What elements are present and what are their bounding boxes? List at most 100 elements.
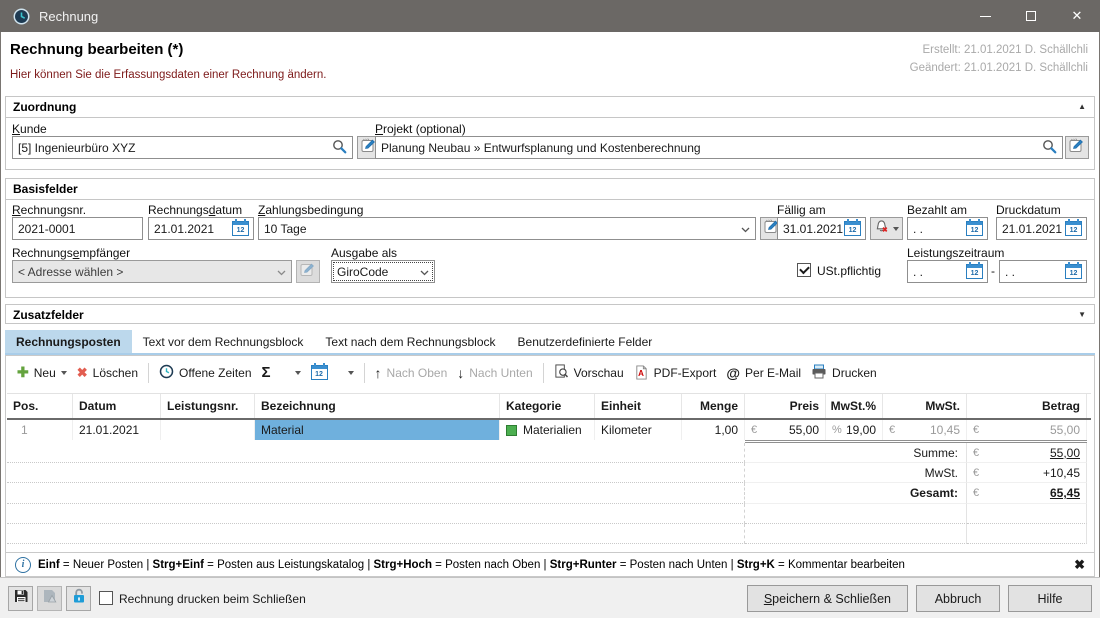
search-icon[interactable] <box>1042 139 1057 157</box>
tab-text-vor-rechnungsblock[interactable]: Text vor dem Rechnungsblock <box>132 330 315 353</box>
print-on-close-checkbox[interactable] <box>99 591 113 605</box>
lock-button[interactable] <box>66 586 91 611</box>
rechnungsdatum-field[interactable]: 21.01.2021 12 <box>148 217 254 240</box>
projekt-label: Projekt (optional) <box>375 122 466 136</box>
section-basisfelder: Basisfelder Rechnungsnr. 2021-0001 Rechn… <box>5 178 1095 298</box>
preview-magnifier-icon <box>554 364 569 382</box>
close-button[interactable]: ✕ <box>1054 0 1100 32</box>
calendar-icon[interactable]: 12 <box>844 221 861 236</box>
cell-pos: 1 <box>7 420 73 440</box>
calendar-icon[interactable]: 12 <box>966 221 983 236</box>
leistungszeitraum-bis-field[interactable]: . . 12 <box>999 260 1087 283</box>
section-zuordnung: Zuordnung ▲ Kunde [5] Ingenieurbüro XYZ … <box>5 96 1095 170</box>
offene-zeiten-button[interactable]: Offene Zeiten <box>154 364 257 382</box>
calendar-icon[interactable]: 12 <box>232 221 249 236</box>
druckdatum-field[interactable]: 21.01.2021 12 <box>996 217 1087 240</box>
vorschau-button[interactable]: Vorschau <box>549 364 629 382</box>
cell-menge: 1,00 <box>682 420 745 440</box>
minimize-button[interactable] <box>962 0 1008 32</box>
tab-rechnungsposten[interactable]: Rechnungsposten <box>5 330 132 353</box>
copy-warning-button <box>37 586 62 611</box>
cell-mwst-prozent: %19,00 <box>826 420 883 440</box>
save-and-close-button[interactable]: Speichern & Schließen <box>747 585 908 612</box>
pdf-export-button[interactable]: APDF-Export <box>629 365 722 380</box>
kunde-field[interactable]: [5] Ingenieurbüro XYZ <box>12 136 353 159</box>
col-datum[interactable]: Datum <box>73 394 161 418</box>
window-title: Rechnung <box>39 9 98 24</box>
cancel-button[interactable]: Abbruch <box>916 585 1000 612</box>
help-button[interactable]: Hilfe <box>1008 585 1092 612</box>
nach-oben-button: ↑Nach Oben <box>370 365 453 381</box>
bezahlt-am-label: Bezahlt am <box>907 203 967 217</box>
per-email-button[interactable]: @Per E-Mail <box>721 365 806 381</box>
col-leistungsnr[interactable]: Leistungsnr. <box>161 394 255 418</box>
summary-row-gesamt: Gesamt: €65,45 <box>7 483 1091 504</box>
ausgabe-als-combo[interactable]: GiroCode <box>331 260 435 283</box>
col-mwst[interactable]: MwSt. <box>883 394 967 418</box>
hint-close-icon[interactable]: ✖ <box>1074 557 1085 573</box>
mwst-label: MwSt. <box>745 463 967 483</box>
expand-icon[interactable]: ▼ <box>1078 310 1086 320</box>
save-button[interactable] <box>8 586 33 611</box>
summe-dropdown-button[interactable]: Σ <box>257 364 306 381</box>
cell-kategorie: Materialien <box>500 420 595 440</box>
printer-icon <box>811 364 827 382</box>
gesamt-value: €65,45 <box>967 483 1087 504</box>
cell-einheit: Kilometer <box>595 420 682 440</box>
rechnungsposten-panel: ✚Neu ✖Löschen Offene Zeiten Σ 12 ↑Nach O… <box>5 355 1095 577</box>
reminder-split-button[interactable] <box>870 217 903 240</box>
col-bezeichnung[interactable]: Bezeichnung <box>255 394 500 418</box>
leistungszeitraum-von-field[interactable]: . . 12 <box>907 260 988 283</box>
rechnungsempfaenger-label: Rechnungsempfänger <box>12 246 130 260</box>
col-kategorie[interactable]: Kategorie <box>500 394 595 418</box>
maximize-button[interactable] <box>1008 0 1054 32</box>
projekt-field[interactable]: Planung Neubau » Entwurfsplanung und Kos… <box>375 136 1063 159</box>
edit-icon <box>300 262 316 282</box>
collapse-icon[interactable]: ▲ <box>1078 102 1086 112</box>
tab-text-nach-rechnungsblock[interactable]: Text nach dem Rechnungsblock <box>314 330 506 353</box>
col-mwst-prozent[interactable]: MwSt.% <box>826 394 883 418</box>
edit-icon <box>1069 138 1085 158</box>
rechnungsnr-field[interactable]: 2021-0001 <box>12 217 143 240</box>
table-row[interactable]: 1 21.01.2021 Material Materialien Kilome… <box>7 420 1091 440</box>
page-subtitle: Hier können Sie die Erfassungsdaten eine… <box>10 69 326 81</box>
search-icon[interactable] <box>332 139 347 157</box>
faellig-am-field[interactable]: 31.01.2021 12 <box>777 217 866 240</box>
col-einheit[interactable]: Einheit <box>595 394 682 418</box>
delete-x-icon: ✖ <box>77 365 88 381</box>
projekt-edit-button[interactable] <box>1065 136 1089 159</box>
col-menge[interactable]: Menge <box>682 394 745 418</box>
mwst-value: €+10,45 <box>967 463 1087 483</box>
kunde-value: [5] Ingenieurbüro XYZ <box>13 141 332 155</box>
neu-button[interactable]: ✚Neu <box>12 364 72 381</box>
calendar-icon[interactable]: 12 <box>1065 221 1082 236</box>
hint-bar: i Einf = Neuer Posten | Strg+Einf = Post… <box>6 552 1094 576</box>
col-preis[interactable]: Preis <box>745 394 826 418</box>
bezahlt-am-field[interactable]: . . 12 <box>907 217 988 240</box>
posten-toolbar: ✚Neu ✖Löschen Offene Zeiten Σ 12 ↑Nach O… <box>6 356 1094 389</box>
posten-table: Pos. Datum Leistungsnr. Bezeichnung Kate… <box>7 393 1091 544</box>
tab-benutzerdefinierte-felder[interactable]: Benutzerdefinierte Felder <box>507 330 664 353</box>
ust-pflichtig-checkbox[interactable] <box>797 263 811 277</box>
empty-row <box>7 504 1091 524</box>
calendar-icon[interactable]: 12 <box>966 264 983 279</box>
tab-bar: Rechnungsposten Text vor dem Rechnungsbl… <box>5 330 663 353</box>
maximize-icon <box>1026 11 1036 21</box>
calendar-icon[interactable]: 12 <box>1065 264 1082 279</box>
summe-label: Summe: <box>745 443 967 463</box>
section-basisfelder-title: Basisfelder <box>6 179 1094 200</box>
drucken-button[interactable]: Drucken <box>806 364 882 382</box>
kalender-dropdown-button[interactable]: 12 <box>306 365 359 380</box>
zahlungsbedingung-combo[interactable]: 10 Tage <box>258 217 756 240</box>
at-icon: @ <box>726 365 740 381</box>
col-pos[interactable]: Pos. <box>7 394 73 418</box>
loeschen-button[interactable]: ✖Löschen <box>72 365 143 381</box>
leistungszeitraum-separator: - <box>991 264 995 278</box>
chevron-down-icon <box>277 265 286 279</box>
rechnungsempfaenger-edit-button <box>296 260 320 283</box>
print-on-close-label: Rechnung drucken beim Schließen <box>119 592 306 606</box>
cell-leistungsnr <box>161 420 255 440</box>
col-betrag[interactable]: Betrag <box>967 394 1087 418</box>
cell-bezeichnung-selected[interactable]: Material <box>255 420 500 440</box>
toolbar-separator <box>364 363 365 383</box>
